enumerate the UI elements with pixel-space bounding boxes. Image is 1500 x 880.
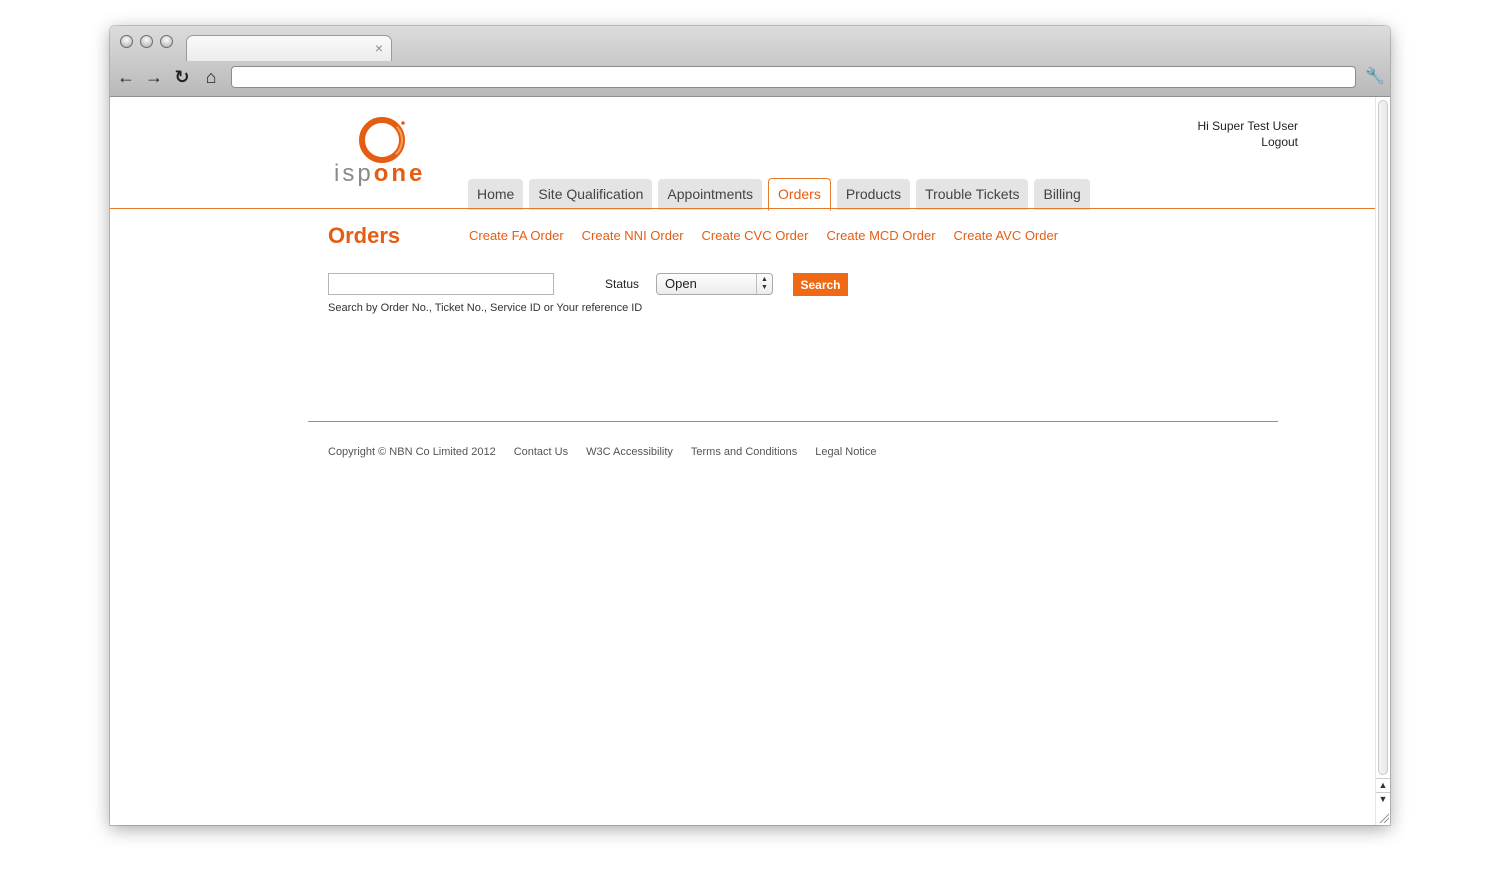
search-hint: Search by Order No., Ticket No., Service… bbox=[328, 302, 643, 314]
address-bar[interactable] bbox=[231, 66, 1356, 88]
tab-site-qualification[interactable]: Site Qualification bbox=[529, 179, 653, 210]
browser-chrome: × ← → ↻ ⌂ 🔧 bbox=[110, 26, 1390, 97]
wrench-icon[interactable]: 🔧 bbox=[1364, 66, 1386, 88]
browser-window: × ← → ↻ ⌂ 🔧 ispone Hi Super Test User Lo… bbox=[110, 26, 1390, 825]
tab-orders[interactable]: Orders bbox=[768, 178, 831, 211]
search-input[interactable] bbox=[328, 273, 554, 295]
create-cvc-order-link[interactable]: Create CVC Order bbox=[702, 228, 809, 243]
window-close-button[interactable] bbox=[120, 35, 133, 48]
order-actions: Create FA Order Create NNI Order Create CV… bbox=[469, 228, 1076, 244]
status-selected-value: Open bbox=[665, 276, 697, 291]
tab-billing[interactable]: Billing bbox=[1034, 179, 1090, 210]
create-avc-order-link[interactable]: Create AVC Order bbox=[954, 228, 1059, 243]
scroll-down-icon[interactable]: ▼ bbox=[1376, 792, 1390, 806]
back-icon[interactable]: ← bbox=[115, 66, 137, 88]
tab-home[interactable]: Home bbox=[468, 179, 524, 210]
tab-appointments[interactable]: Appointments bbox=[658, 179, 763, 210]
window-zoom-button[interactable] bbox=[160, 35, 173, 48]
legal-notice-link[interactable]: Legal Notice bbox=[815, 446, 876, 458]
main-nav: Home Site Qualification Appointments Orders… bbox=[468, 177, 1096, 211]
create-mcd-order-link[interactable]: Create MCD Order bbox=[826, 228, 935, 243]
contact-us-link[interactable]: Contact Us bbox=[514, 446, 568, 458]
w3c-accessibility-link[interactable]: W3C Accessibility bbox=[586, 446, 673, 458]
home-icon[interactable]: ⌂ bbox=[200, 66, 222, 88]
status-select[interactable]: Open ▲ ▼ bbox=[656, 273, 773, 295]
page-viewport: ispone Hi Super Test User Logout Home Sit… bbox=[110, 97, 1375, 825]
forward-icon[interactable]: → bbox=[143, 66, 165, 88]
nav-divider bbox=[110, 208, 1375, 209]
logo-isp-text: isp bbox=[334, 160, 374, 187]
logout-link[interactable]: Logout bbox=[1261, 135, 1298, 149]
logo-one-text: one bbox=[373, 160, 426, 187]
footer-divider bbox=[308, 421, 1278, 422]
tab-products[interactable]: Products bbox=[836, 179, 911, 210]
logo-wordmark: ispone bbox=[334, 161, 425, 187]
user-panel: Hi Super Test User Logout bbox=[1198, 118, 1298, 150]
user-greeting: Hi Super Test User bbox=[1197, 119, 1298, 133]
scroll-up-icon[interactable]: ▲ bbox=[1376, 778, 1390, 792]
create-nni-order-link[interactable]: Create NNI Order bbox=[582, 228, 684, 243]
resize-grip-icon[interactable] bbox=[1378, 812, 1389, 823]
status-label: Status bbox=[605, 277, 640, 291]
select-arrows-icon: ▲ ▼ bbox=[756, 274, 772, 294]
vertical-scrollbar[interactable]: ▲ ▼ bbox=[1375, 97, 1390, 825]
terms-link[interactable]: Terms and Conditions bbox=[691, 446, 797, 458]
scrollbar-thumb[interactable] bbox=[1378, 100, 1388, 775]
tab-trouble-tickets[interactable]: Trouble Tickets bbox=[916, 179, 1029, 210]
page-title: Orders bbox=[328, 223, 401, 248]
create-fa-order-link[interactable]: Create FA Order bbox=[469, 228, 564, 243]
search-button[interactable]: Search bbox=[793, 273, 848, 296]
reload-icon[interactable]: ↻ bbox=[171, 66, 193, 88]
window-minimize-button[interactable] bbox=[140, 35, 153, 48]
browser-tab[interactable]: × bbox=[186, 35, 392, 61]
tab-close-icon[interactable]: × bbox=[375, 39, 383, 57]
copyright-text: Copyright © NBN Co Limited 2012 bbox=[328, 446, 496, 458]
footer: Copyright © NBN Co Limited 2012 Contact U… bbox=[328, 445, 894, 459]
